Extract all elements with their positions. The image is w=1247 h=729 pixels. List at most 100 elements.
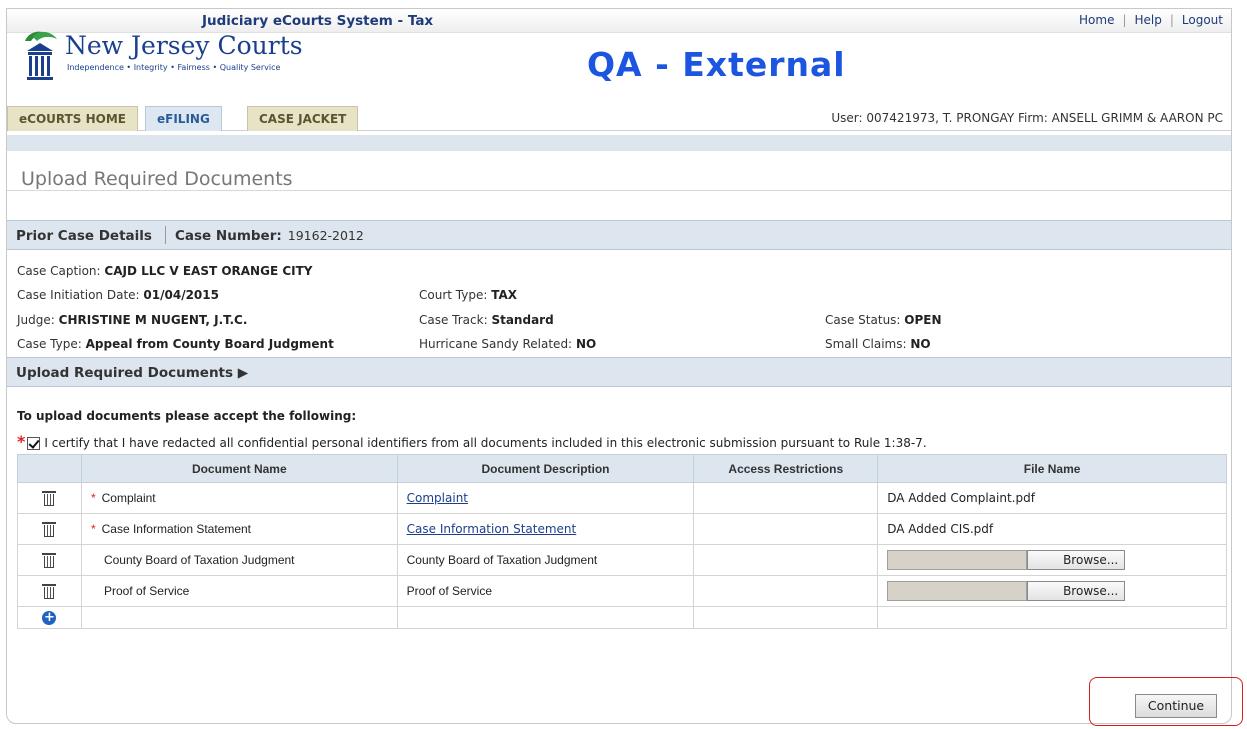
prior-case-header: Prior Case Details Case Number: 19162-201… bbox=[7, 220, 1231, 250]
case-number-label: Case Number: bbox=[175, 228, 282, 244]
upload-section-label: Upload Required Documents ▶ bbox=[16, 365, 249, 381]
case-type: Case Type: Appeal from County Board Judg… bbox=[17, 337, 334, 351]
file-path-input[interactable] bbox=[887, 581, 1028, 601]
browse-button[interactable]: Browse... bbox=[1027, 581, 1126, 601]
case-caption-label: Case Caption: bbox=[17, 264, 101, 278]
table-row: * Complaint Complaint DA Added Complaint.… bbox=[17, 482, 1227, 514]
actions-cell bbox=[17, 544, 82, 576]
column-header-actions bbox=[17, 454, 82, 483]
environment-title: QA - External bbox=[587, 45, 846, 84]
document-description: County Board of Taxation Judgment bbox=[406, 553, 598, 567]
main-nav: eCOURTS HOME eFILING CASE JACKET User: 0… bbox=[7, 105, 1231, 131]
tab-ecourts-home[interactable]: eCOURTS HOME bbox=[7, 106, 138, 131]
file-name-cell: DA Added CIS.pdf bbox=[877, 513, 1227, 545]
link-separator: | bbox=[1169, 13, 1174, 27]
table-row: County Board of Taxation Judgment County… bbox=[17, 544, 1227, 576]
case-caption: Case Caption: CAJD LLC V EAST ORANGE CIT… bbox=[17, 264, 312, 278]
case-track: Case Track: Standard bbox=[419, 313, 554, 327]
logout-link[interactable]: Logout bbox=[1182, 13, 1223, 27]
trash-icon[interactable] bbox=[42, 552, 57, 568]
trash-icon[interactable] bbox=[42, 583, 57, 599]
tab-case-jacket[interactable]: CASE JACKET bbox=[247, 106, 359, 131]
continue-button[interactable]: Continue bbox=[1135, 694, 1217, 718]
help-link[interactable]: Help bbox=[1135, 13, 1162, 27]
file-name-cell: DA Added Complaint.pdf bbox=[877, 482, 1227, 514]
document-description-link[interactable]: Case Information Statement bbox=[407, 522, 577, 536]
document-description-cell: Complaint bbox=[396, 482, 695, 514]
sandy-value: NO bbox=[575, 337, 597, 351]
track-value: Standard bbox=[491, 313, 554, 327]
certify-text: I certify that I have redacted all confi… bbox=[44, 436, 927, 450]
document-description-cell: Proof of Service bbox=[396, 575, 695, 607]
document-name: Case Information Statement bbox=[101, 522, 252, 536]
prior-case-label: Prior Case Details bbox=[16, 228, 152, 244]
case-caption-value: CAJD LLC V EAST ORANGE CITY bbox=[104, 264, 313, 278]
small-claims-value: NO bbox=[910, 337, 931, 351]
document-description-cell: County Board of Taxation Judgment bbox=[396, 544, 695, 576]
document-description-link[interactable]: Complaint bbox=[407, 491, 468, 505]
column-header-file-name: File Name bbox=[877, 454, 1227, 483]
column-header-document-name: Document Name bbox=[80, 454, 398, 483]
judge-value: CHRISTINE M NUGENT, J.T.C. bbox=[58, 313, 248, 327]
file-name: DA Added CIS.pdf bbox=[887, 522, 994, 536]
required-asterisk: * bbox=[17, 432, 26, 451]
document-description: Proof of Service bbox=[406, 584, 493, 598]
add-document-icon[interactable]: + bbox=[42, 611, 57, 625]
empty-cell bbox=[877, 606, 1227, 629]
page-title: Upload Required Documents bbox=[21, 168, 293, 190]
file-path-input[interactable] bbox=[887, 550, 1028, 570]
track-label: Case Track: bbox=[419, 313, 488, 327]
actions-cell: + bbox=[17, 606, 82, 629]
file-name: DA Added Complaint.pdf bbox=[887, 491, 1035, 505]
document-description-cell: Case Information Statement bbox=[396, 513, 695, 545]
access-restrictions-cell bbox=[693, 544, 879, 576]
case-number: Case Number: 19162-2012 bbox=[175, 228, 364, 244]
empty-cell bbox=[693, 606, 879, 629]
top-links: Home | Help | Logout bbox=[1079, 13, 1223, 27]
browser-page: Judiciary eCourts System - Tax Home | Help… bbox=[6, 8, 1232, 724]
tab-efiling[interactable]: eFILING bbox=[145, 106, 222, 131]
access-restrictions-cell bbox=[693, 482, 879, 514]
documents-table: Document Name Document Description Acces… bbox=[17, 454, 1227, 629]
table-row: * Case Information Statement Case Informa… bbox=[17, 513, 1227, 545]
hurricane-sandy: Hurricane Sandy Related: NO bbox=[419, 337, 596, 351]
document-name-cell: * Complaint bbox=[80, 482, 398, 514]
trash-icon[interactable] bbox=[42, 521, 57, 537]
case-type-value: Appeal from County Board Judgment bbox=[85, 337, 334, 351]
browse-button[interactable]: Browse... bbox=[1027, 550, 1126, 570]
case-number-value: 19162-2012 bbox=[287, 228, 364, 243]
document-name-cell: * Case Information Statement bbox=[80, 513, 398, 545]
required-asterisk: * bbox=[90, 522, 96, 536]
column-header-document-description: Document Description bbox=[396, 454, 695, 483]
logo-name: New Jersey Courts bbox=[65, 31, 303, 60]
trash-icon[interactable] bbox=[42, 490, 57, 506]
document-name: County Board of Taxation Judgment bbox=[103, 553, 295, 567]
column-header-access-restrictions: Access Restrictions bbox=[693, 454, 879, 483]
case-initiation-date: Case Initiation Date: 01/04/2015 bbox=[17, 288, 219, 302]
court-type-value: TAX bbox=[491, 288, 518, 302]
sandy-label: Hurricane Sandy Related: bbox=[419, 337, 573, 351]
actions-cell bbox=[17, 575, 82, 607]
file-name-cell: Browse... bbox=[877, 575, 1227, 607]
certify-checkbox[interactable] bbox=[27, 437, 41, 450]
courthouse-icon bbox=[25, 31, 57, 80]
home-link[interactable]: Home bbox=[1079, 13, 1114, 27]
document-name-cell: County Board of Taxation Judgment bbox=[80, 544, 398, 576]
divider bbox=[165, 226, 166, 244]
access-restrictions-cell bbox=[693, 513, 879, 545]
logo-tagline: Independence • Integrity • Fairness • Qu… bbox=[67, 63, 281, 72]
case-status: Case Status: OPEN bbox=[825, 313, 942, 327]
accept-heading: To upload documents please accept the fo… bbox=[17, 409, 357, 423]
document-name: Proof of Service bbox=[103, 584, 190, 598]
header-band bbox=[7, 135, 1231, 151]
certify-row: * I certify that I have redacted all conf… bbox=[17, 432, 927, 451]
empty-cell bbox=[80, 606, 398, 629]
nj-courts-logo[interactable]: New Jersey Courts Independence • Integri… bbox=[19, 27, 309, 91]
court-type-label: Court Type: bbox=[419, 288, 488, 302]
small-claims-label: Small Claims: bbox=[825, 337, 907, 351]
access-restrictions-cell bbox=[693, 575, 879, 607]
upload-section-header[interactable]: Upload Required Documents ▶ bbox=[7, 357, 1231, 387]
case-type-label: Case Type: bbox=[17, 337, 82, 351]
file-name-cell: Browse... bbox=[877, 544, 1227, 576]
user-info: User: 007421973, T. PRONGAY Firm: ANSELL… bbox=[831, 111, 1223, 125]
